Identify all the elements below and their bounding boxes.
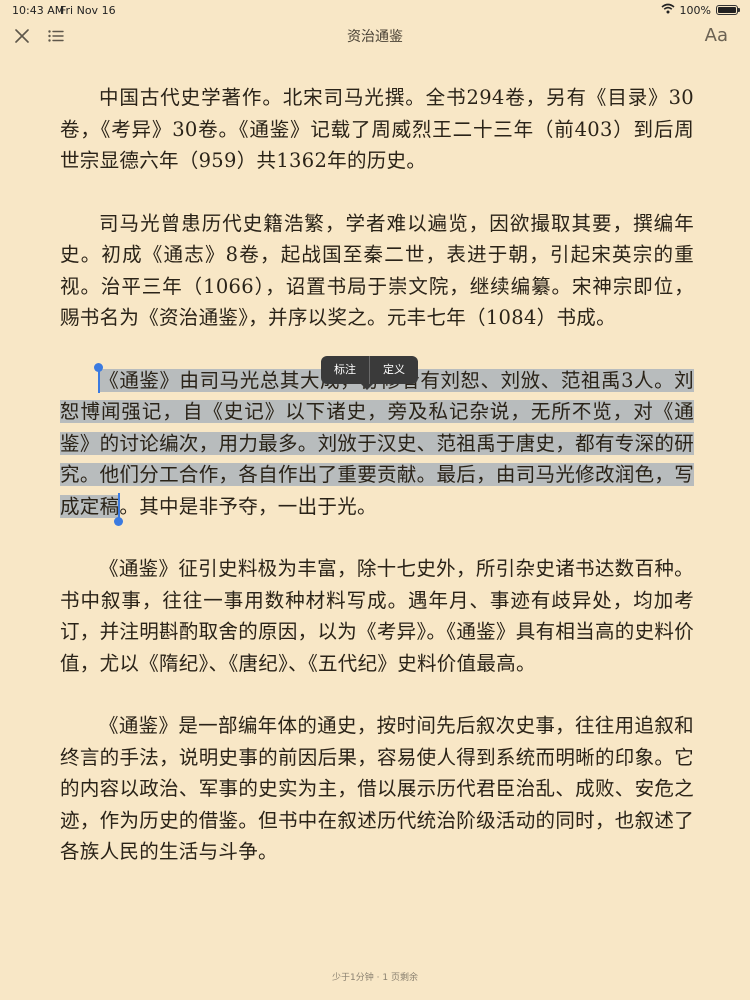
status-indicators: 100% bbox=[661, 3, 740, 17]
status-bar: 10:43 AM Fri Nov 16 100% bbox=[0, 0, 750, 20]
font-settings-button[interactable]: Aa bbox=[705, 25, 728, 46]
paragraph-4: 《通鉴》征引史料极为丰富，除十七史外，所引杂史诸书达数百种。书中叙事，往往一事用… bbox=[60, 557, 694, 675]
reading-content: 中国古代史学著作。北宋司马光撰。全书294卷，另有《目录》30卷，《考异》30卷… bbox=[60, 82, 694, 899]
paragraph-3: 《通鉴》由司马光总其大成，协修者有刘恕、刘攽、范祖禹3人。刘恕博闻强记，自《史记… bbox=[60, 362, 694, 526]
paragraph-1: 中国古代史学著作。北宋司马光撰。全书294卷，另有《目录》30卷，《考异》30卷… bbox=[60, 86, 694, 172]
battery-percent: 100% bbox=[679, 3, 711, 17]
wifi-icon bbox=[661, 3, 675, 17]
annotate-button[interactable]: 标注 bbox=[321, 356, 369, 384]
menu-pointer bbox=[361, 384, 373, 390]
reader-toolbar: 资治通鉴 Aa bbox=[0, 20, 750, 54]
battery-icon bbox=[716, 5, 740, 15]
book-title: 资治通鉴 bbox=[347, 29, 403, 45]
paragraph-2: 司马光曾患历代史籍浩繁，学者难以遍览，因欲撮取其要，撰编年史。初成《通志》8卷，… bbox=[60, 211, 694, 330]
define-button[interactable]: 定义 bbox=[370, 356, 418, 384]
selection-menu: 标注 定义 bbox=[321, 356, 418, 390]
status-date: Fri Nov 16 bbox=[60, 4, 116, 17]
battery-fill bbox=[718, 7, 736, 13]
status-time: 10:43 AM bbox=[12, 4, 65, 17]
paragraph-3-rest: 。其中是非予夺，一出于光。 bbox=[119, 494, 377, 518]
reading-progress: 少于1分钟 · 1 页剩余 bbox=[332, 973, 418, 983]
paragraph-5: 《通鉴》是一部编年体的通史，按时间先后叙次史事，往往用追叙和终言的手法，说明史事… bbox=[60, 714, 694, 863]
